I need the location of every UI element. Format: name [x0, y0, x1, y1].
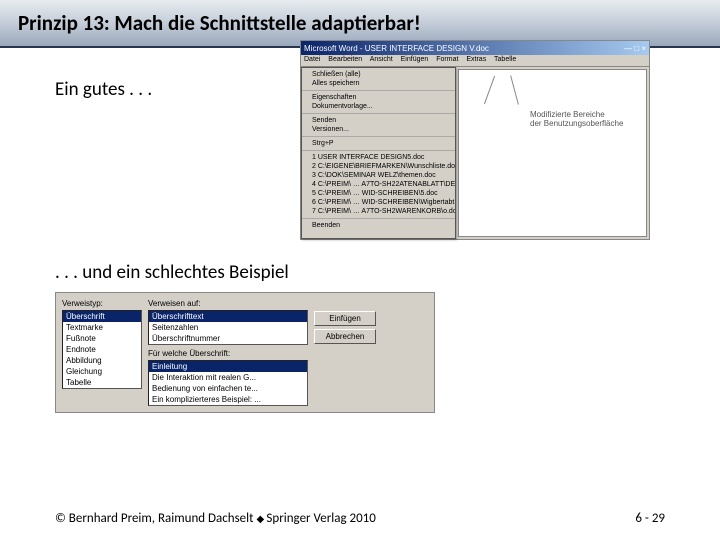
list-item[interactable]: Endnote	[63, 344, 141, 355]
ref-type-label: Verweistyp:	[62, 299, 142, 308]
dialog-buttons: Einfügen Abbrechen	[314, 311, 376, 406]
which-heading-label: Für welche Überschrift:	[148, 349, 308, 358]
list-item[interactable]: Bedienung von einfachen te...	[149, 383, 307, 394]
copyright-text: © Bernhard Preim, Raimund Dachselt	[55, 511, 254, 526]
menu-ansicht[interactable]: Ansicht	[370, 56, 393, 63]
menu-item-exit[interactable]: Beenden	[302, 221, 455, 230]
ref-to-list[interactable]: Überschrifttext Seitenzahlen Überschrift…	[148, 310, 308, 345]
menu-datei[interactable]: Datei	[304, 56, 320, 63]
annotation-line	[510, 75, 519, 104]
menu-item[interactable]: Schließen (alle)	[302, 70, 455, 79]
menu-item-recent[interactable]: 2 C:\EIGENE\BRIEFMARKEN\Wunschliste.doc	[302, 162, 455, 171]
list-item[interactable]: Seitenzahlen	[149, 322, 307, 333]
menu-tabelle[interactable]: Tabelle	[494, 56, 516, 63]
ref-to-label: Verweisen auf:	[148, 299, 308, 308]
list-item[interactable]: Die Interaktion mit realen G...	[149, 372, 307, 383]
list-item[interactable]: Ein komplizierteres Beispiel: ...	[149, 394, 307, 405]
menu-item-recent[interactable]: 6 C:\PREIM\ … WID-SCHREIBEN\Wigbertabt.d…	[302, 198, 455, 207]
annotation-line2: der Benutzungsoberfläche	[530, 119, 640, 128]
menu-item[interactable]: Versionen...	[302, 125, 455, 134]
bad-example-screenshot: Verweistyp: Überschrift Textmarke Fußnot…	[55, 292, 435, 413]
menu-item[interactable]: Strg+P	[302, 139, 455, 148]
menu-item-recent[interactable]: 3 C:\DOK\SEMINAR WELZ\themen.doc	[302, 171, 455, 180]
document-area: Modifizierte Bereiche der Benutzungsober…	[458, 69, 647, 237]
ref-type-list[interactable]: Überschrift Textmarke Fußnote Endnote Ab…	[62, 310, 142, 389]
good-example-screenshot: Microsoft Word - USER INTERFACE DESIGN V…	[300, 40, 650, 240]
list-item[interactable]: Einleitung	[149, 361, 307, 372]
menu-item[interactable]: Eigenschaften	[302, 93, 455, 102]
cancel-button[interactable]: Abbrechen	[314, 329, 376, 344]
ref-type-column: Verweistyp: Überschrift Textmarke Fußnot…	[62, 299, 142, 406]
slide-content: Ein gutes . . . Microsoft Word - USER IN…	[0, 48, 720, 423]
ref-to-column: Verweisen auf: Überschrifttext Seitenzah…	[148, 299, 308, 406]
page-number: 6 - 29	[635, 511, 665, 526]
slide-footer: © Bernhard Preim, Raimund Dachselt ◆ Spr…	[0, 511, 720, 526]
list-item[interactable]: Überschrifttext	[149, 311, 307, 322]
word-body: Schließen (alle) Alles speichern Eigensc…	[301, 67, 649, 239]
file-dropdown-menu: Schließen (alle) Alles speichern Eigensc…	[301, 67, 456, 239]
slide-title: Prinzip 13: Mach die Schnittstelle adapt…	[18, 10, 702, 36]
menu-item[interactable]: Alles speichern	[302, 79, 455, 88]
menu-bearbeiten[interactable]: Bearbeiten	[328, 56, 362, 63]
headings-list[interactable]: Einleitung Die Interaktion mit realen G.…	[148, 360, 308, 406]
diamond-icon: ◆	[256, 512, 266, 525]
insert-button[interactable]: Einfügen	[314, 311, 376, 326]
menu-einfuegen[interactable]: Einfügen	[401, 56, 429, 63]
list-item[interactable]: Fußnote	[63, 333, 141, 344]
publisher-text: Springer Verlag 2010	[266, 511, 375, 526]
annotation-line	[484, 76, 495, 105]
menu-item[interactable]: Dokumentvorlage...	[302, 102, 455, 111]
annotation-text: Modifizierte Bereiche der Benutzungsober…	[530, 110, 640, 128]
footer-left: © Bernhard Preim, Raimund Dachselt ◆ Spr…	[55, 511, 376, 526]
annotation-line1: Modifizierte Bereiche	[530, 110, 640, 119]
list-item[interactable]: Tabelle	[63, 377, 141, 388]
menu-item-recent[interactable]: 7 C:\PREIM\ … A7TO-SH2WARENKORB\o.doc	[302, 207, 455, 216]
menu-item-recent[interactable]: 4 C:\PREIM\ … A7TO-SH22ATENABLATT\DER.DO…	[302, 180, 455, 189]
word-window-titlebar: Microsoft Word - USER INTERFACE DESIGN V…	[301, 41, 649, 55]
word-menubar: Datei Bearbeiten Ansicht Einfügen Format…	[301, 55, 649, 67]
window-controls: — □ ×	[624, 44, 646, 53]
list-item[interactable]: Textmarke	[63, 322, 141, 333]
list-item[interactable]: Gleichung	[63, 366, 141, 377]
menu-format[interactable]: Format	[436, 56, 458, 63]
menu-item-recent[interactable]: 1 USER INTERFACE DESIGN5.doc	[302, 153, 455, 162]
menu-item-recent[interactable]: 5 C:\PREIM\ … WID-SCHREIBEN\5.doc	[302, 189, 455, 198]
menu-item[interactable]: Senden	[302, 116, 455, 125]
bad-example-label: . . . und ein schlechtes Beispiel	[55, 261, 665, 284]
list-item[interactable]: Überschriftnummer	[149, 333, 307, 344]
list-item[interactable]: Abbildung	[63, 355, 141, 366]
menu-extras[interactable]: Extras	[466, 56, 486, 63]
list-item[interactable]: Überschrift	[63, 311, 141, 322]
word-window-title: Microsoft Word - USER INTERFACE DESIGN V…	[304, 44, 489, 53]
